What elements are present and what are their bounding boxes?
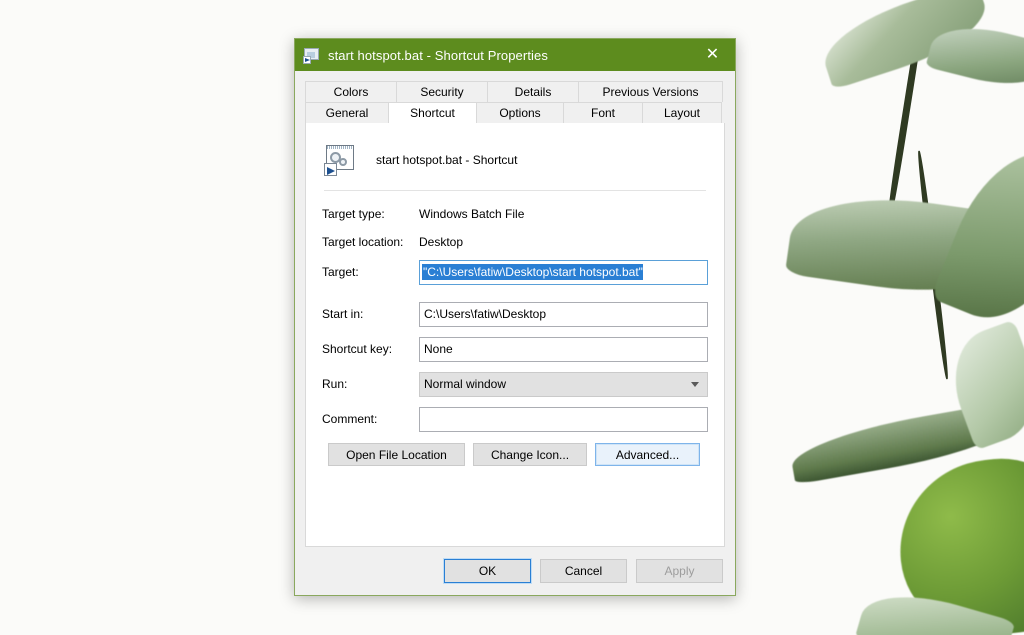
desktop: start hotspot.bat - Shortcut Properties …: [0, 0, 1024, 635]
dialog-titlebar: start hotspot.bat - Shortcut Properties …: [295, 39, 735, 71]
run-dropdown[interactable]: Normal window: [419, 372, 708, 397]
shortcut-key-value: None: [422, 342, 453, 356]
ok-button[interactable]: OK: [444, 559, 531, 583]
tab-options[interactable]: Options: [476, 102, 564, 123]
target-label: Target:: [322, 265, 419, 279]
start-in-value: C:\Users\fatiw\Desktop: [422, 307, 546, 321]
shortcut-name-label: start hotspot.bat - Shortcut: [376, 153, 517, 167]
target-input[interactable]: "C:\Users\fatiw\Desktop\start hotspot.ba…: [419, 260, 708, 285]
shortcut-key-row: Shortcut key: None: [322, 336, 708, 362]
chevron-down-icon: [691, 382, 699, 387]
target-input-selected-text: "C:\Users\fatiw\Desktop\start hotspot.ba…: [422, 264, 643, 280]
shortcut-properties-dialog: start hotspot.bat - Shortcut Properties …: [294, 38, 736, 596]
tab-security[interactable]: Security: [396, 81, 488, 102]
close-icon[interactable]: ✕: [690, 39, 735, 71]
shortcut-tab-page: start hotspot.bat - Shortcut Target type…: [305, 123, 725, 547]
tab-strip: Colors Security Details Previous Version…: [295, 71, 735, 123]
open-file-location-button[interactable]: Open File Location: [328, 443, 465, 466]
target-type-value: Windows Batch File: [419, 207, 524, 221]
shortcut-key-input[interactable]: None: [419, 337, 708, 362]
start-in-row: Start in: C:\Users\fatiw\Desktop: [322, 301, 708, 327]
shortcut-window-icon: [304, 47, 320, 63]
apply-button: Apply: [636, 559, 723, 583]
target-location-label: Target location:: [322, 235, 419, 249]
start-in-label: Start in:: [322, 307, 419, 321]
tab-shortcut[interactable]: Shortcut: [388, 102, 477, 123]
run-dropdown-value: Normal window: [424, 377, 506, 391]
comment-row: Comment:: [322, 406, 708, 432]
shortcut-action-buttons: Open File Location Change Icon... Advanc…: [322, 443, 708, 466]
cancel-button[interactable]: Cancel: [540, 559, 627, 583]
run-row: Run: Normal window: [322, 371, 708, 397]
shortcut-form: Target type: Windows Batch File Target l…: [322, 191, 708, 466]
dialog-title: start hotspot.bat - Shortcut Properties: [328, 48, 548, 63]
run-label: Run:: [322, 377, 419, 391]
shortcut-header: start hotspot.bat - Shortcut: [322, 139, 708, 181]
tab-font[interactable]: Font: [563, 102, 643, 123]
start-in-input[interactable]: C:\Users\fatiw\Desktop: [419, 302, 708, 327]
shortcut-key-label: Shortcut key:: [322, 342, 419, 356]
batch-file-shortcut-icon: [324, 144, 356, 176]
advanced-button[interactable]: Advanced...: [595, 443, 700, 466]
target-location-value: Desktop: [419, 235, 463, 249]
tab-details[interactable]: Details: [487, 81, 579, 102]
tab-layout[interactable]: Layout: [642, 102, 722, 123]
target-type-row: Target type: Windows Batch File: [322, 203, 708, 224]
change-icon-button[interactable]: Change Icon...: [473, 443, 587, 466]
target-location-row: Target location: Desktop: [322, 231, 708, 252]
tab-general[interactable]: General: [305, 102, 389, 123]
dialog-footer: OK Cancel Apply: [295, 547, 735, 595]
target-row: Target: "C:\Users\fatiw\Desktop\start ho…: [322, 259, 708, 285]
target-type-label: Target type:: [322, 207, 419, 221]
tab-previous-versions[interactable]: Previous Versions: [578, 81, 723, 102]
comment-label: Comment:: [322, 412, 419, 426]
comment-input[interactable]: [419, 407, 708, 432]
tab-colors[interactable]: Colors: [305, 81, 397, 102]
